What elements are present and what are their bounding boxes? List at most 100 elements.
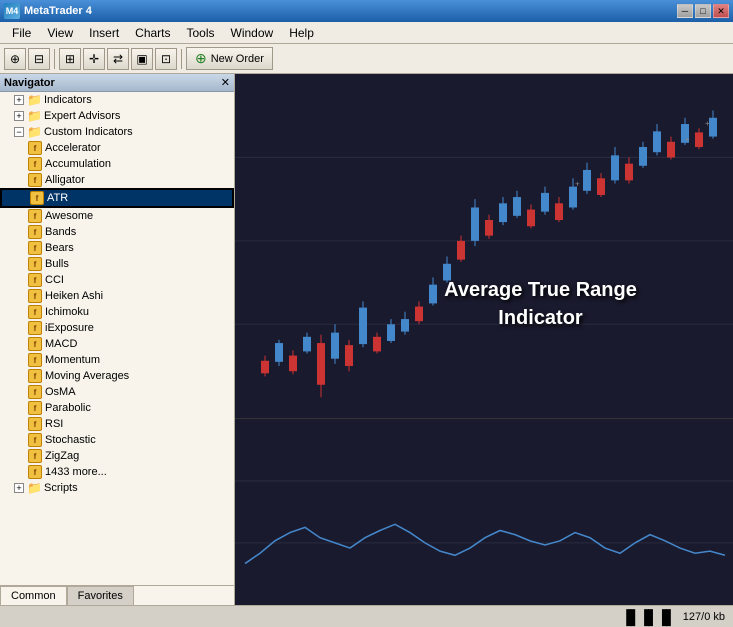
nav-item-moving-averages[interactable]: f Moving Averages [0, 368, 234, 384]
indicator-icon-bands: f [28, 225, 42, 239]
indicator-icon-awesome: f [28, 209, 42, 223]
ea-label: Expert Advisors [44, 110, 120, 122]
nav-item-bulls[interactable]: f Bulls [0, 256, 234, 272]
tab-favorites[interactable]: Favorites [67, 586, 134, 605]
app-icon: M4 [4, 3, 20, 19]
more-label: 1433 more... [45, 466, 107, 478]
heiken-ashi-label: Heiken Ashi [45, 290, 103, 302]
maximize-button[interactable]: □ [695, 4, 711, 18]
indicator-icon-momentum: f [28, 353, 42, 367]
nav-item-awesome[interactable]: f Awesome [0, 208, 234, 224]
indicator-icon-alligator: f [28, 173, 42, 187]
bears-label: Bears [45, 242, 74, 254]
nav-item-rsi[interactable]: f RSI [0, 416, 234, 432]
nav-item-momentum[interactable]: f Momentum [0, 352, 234, 368]
nav-item-accelerator[interactable]: f Accelerator [0, 140, 234, 156]
nav-item-accumulation[interactable]: f Accumulation [0, 156, 234, 172]
minimize-button[interactable]: ─ [677, 4, 693, 18]
nav-item-cci[interactable]: f CCI [0, 272, 234, 288]
rsi-label: RSI [45, 418, 63, 430]
nav-scripts[interactable]: + 📁 Scripts [0, 480, 234, 496]
momentum-label: Momentum [45, 354, 100, 366]
candlestick-chart: + + + [235, 74, 733, 418]
indicator-icon-moving-averages: f [28, 369, 42, 383]
indicators-label: Indicators [44, 94, 92, 106]
nav-expert-advisors[interactable]: + 📁 Expert Advisors [0, 108, 234, 124]
menu-bar: File View Insert Charts Tools Window Hel… [0, 22, 733, 44]
toolbar-btn-6[interactable]: ▣ [131, 48, 153, 70]
indicator-icon-osma: f [28, 385, 42, 399]
expand-scripts[interactable]: + [14, 483, 24, 493]
menu-tools[interactable]: Tools [179, 24, 223, 42]
accelerator-label: Accelerator [45, 142, 101, 154]
expand-ea[interactable]: + [14, 111, 24, 121]
indicators-folder-icon: 📁 [27, 93, 41, 107]
accumulation-label: Accumulation [45, 158, 111, 170]
toolbar-btn-2[interactable]: ⊟ [28, 48, 50, 70]
parabolic-label: Parabolic [45, 402, 91, 414]
menu-window[interactable]: Window [223, 24, 282, 42]
chart-lower [235, 419, 733, 605]
toolbar-separator-1 [54, 49, 55, 69]
toolbar-btn-4[interactable]: ✛ [83, 48, 105, 70]
expand-ci[interactable]: − [14, 127, 24, 137]
navigator-panel: Navigator ✕ + 📁 Indicators + 📁 Expert Ad… [0, 74, 235, 605]
atr-indicator-label: Average True RangeIndicator [444, 276, 637, 332]
menu-file[interactable]: File [4, 24, 39, 42]
cci-label: CCI [45, 274, 64, 286]
toolbar-btn-7[interactable]: ⊡ [155, 48, 177, 70]
toolbar-btn-3[interactable]: ⊞ [59, 48, 81, 70]
nav-indicators[interactable]: + 📁 Indicators [0, 92, 234, 108]
nav-custom-indicators[interactable]: − 📁 Custom Indicators [0, 124, 234, 140]
osma-label: OsMA [45, 386, 76, 398]
toolbar-btn-5[interactable]: ⇄ [107, 48, 129, 70]
menu-charts[interactable]: Charts [127, 24, 178, 42]
toolbar-separator-2 [181, 49, 182, 69]
stochastic-label: Stochastic [45, 434, 96, 446]
nav-item-stochastic[interactable]: f Stochastic [0, 432, 234, 448]
close-button[interactable]: ✕ [713, 4, 729, 18]
menu-insert[interactable]: Insert [81, 24, 127, 42]
nav-item-macd[interactable]: f MACD [0, 336, 234, 352]
nav-item-osma[interactable]: f OsMA [0, 384, 234, 400]
ci-label: Custom Indicators [44, 126, 133, 138]
iexposure-label: iExposure [45, 322, 94, 334]
nav-item-alligator[interactable]: f Alligator [0, 172, 234, 188]
title-bar-title: MetaTrader 4 [24, 5, 92, 17]
nav-item-atr[interactable]: f ATR [0, 188, 234, 208]
macd-label: MACD [45, 338, 77, 350]
menu-help[interactable]: Help [281, 24, 322, 42]
bands-label: Bands [45, 226, 76, 238]
nav-item-bears[interactable]: f Bears [0, 240, 234, 256]
nav-item-bands[interactable]: f Bands [0, 224, 234, 240]
expand-indicators[interactable]: + [14, 95, 24, 105]
ea-folder-icon: 📁 [27, 109, 41, 123]
indicator-icon-zigzag: f [28, 449, 42, 463]
alligator-label: Alligator [45, 174, 85, 186]
navigator-tabs: Common Favorites [0, 585, 234, 605]
ichimoku-label: Ichimoku [45, 306, 89, 318]
nav-item-parabolic[interactable]: f Parabolic [0, 400, 234, 416]
nav-item-heiken-ashi[interactable]: f Heiken Ashi [0, 288, 234, 304]
status-bar: ▐▌▐▌▐▌ 127/0 kb [0, 605, 733, 627]
nav-item-iexposure[interactable]: f iExposure [0, 320, 234, 336]
atr-line-chart [235, 419, 733, 605]
indicator-icon-ichimoku: f [28, 305, 42, 319]
tab-common[interactable]: Common [0, 586, 67, 605]
nav-item-more[interactable]: f 1433 more... [0, 464, 234, 480]
menu-view[interactable]: View [39, 24, 81, 42]
toolbar-btn-1[interactable]: ⊕ [4, 48, 26, 70]
chart-upper: Double Click [235, 74, 733, 419]
nav-item-ichimoku[interactable]: f Ichimoku [0, 304, 234, 320]
new-order-button[interactable]: ⊕ New Order [186, 47, 273, 70]
svg-text:+: + [685, 135, 690, 144]
nav-item-zigzag[interactable]: f ZigZag [0, 448, 234, 464]
indicator-icon-iexposure: f [28, 321, 42, 335]
status-bars-icon: ▐▌▐▌▐▌ [621, 609, 675, 625]
scripts-label: Scripts [44, 482, 78, 494]
navigator-scroll[interactable]: + 📁 Indicators + 📁 Expert Advisors − 📁 C… [0, 92, 234, 585]
navigator-close-button[interactable]: ✕ [221, 76, 230, 89]
scripts-folder-icon: 📁 [27, 481, 41, 495]
indicator-icon-rsi: f [28, 417, 42, 431]
indicator-icon-more: f [28, 465, 42, 479]
